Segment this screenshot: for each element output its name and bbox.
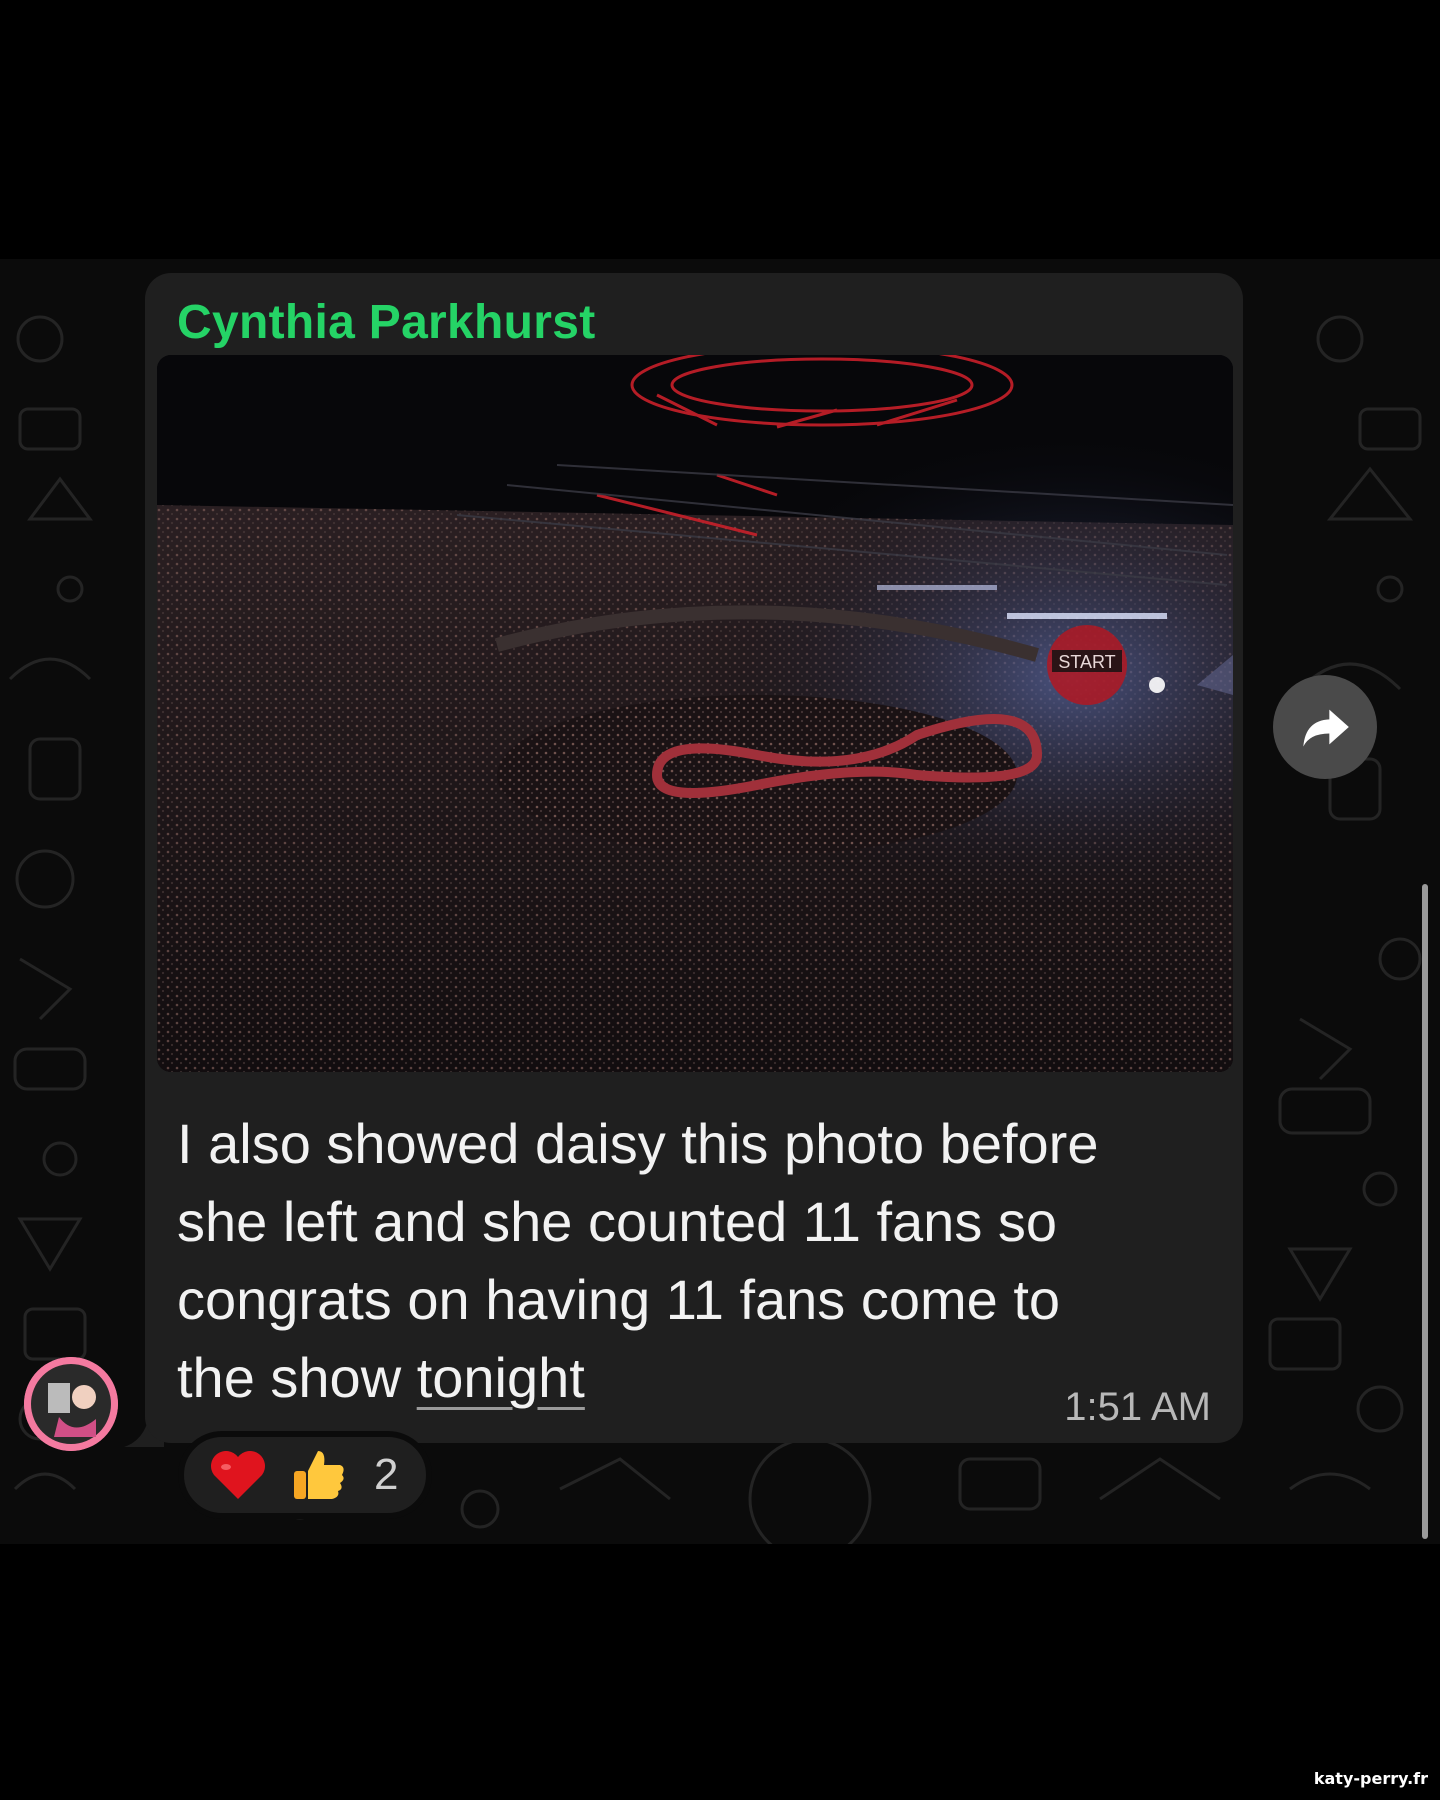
message-text: I also showed daisy this photo before sh… (177, 1105, 1137, 1417)
scrollbar[interactable] (1422, 884, 1428, 1539)
photo-stage-text: START (1058, 652, 1115, 672)
reaction-count: 2 (374, 1450, 399, 1499)
forward-arrow-icon (1303, 709, 1349, 747)
watermark: katy-perry.fr (1313, 1769, 1428, 1788)
message-timestamp: 1:51 AM (1064, 1385, 1211, 1429)
date-link[interactable]: tonight (417, 1346, 585, 1409)
sender-name[interactable]: Cynthia Parkhurst (177, 295, 596, 350)
thumbs-up-emoji-icon (294, 1451, 344, 1499)
message-photo[interactable]: START (157, 355, 1233, 1072)
message-body: I also showed daisy this photo before sh… (177, 1112, 1099, 1409)
chat-area: Cynthia Parkhurst START I also showed da… (0, 259, 1440, 1544)
message-bubble[interactable]: Cynthia Parkhurst START I also showed da… (145, 273, 1243, 1443)
reactions-pill[interactable]: 2 (178, 1431, 432, 1519)
heart-emoji-icon (211, 1451, 265, 1499)
forward-button[interactable] (1273, 675, 1377, 779)
avatar[interactable] (24, 1357, 118, 1451)
